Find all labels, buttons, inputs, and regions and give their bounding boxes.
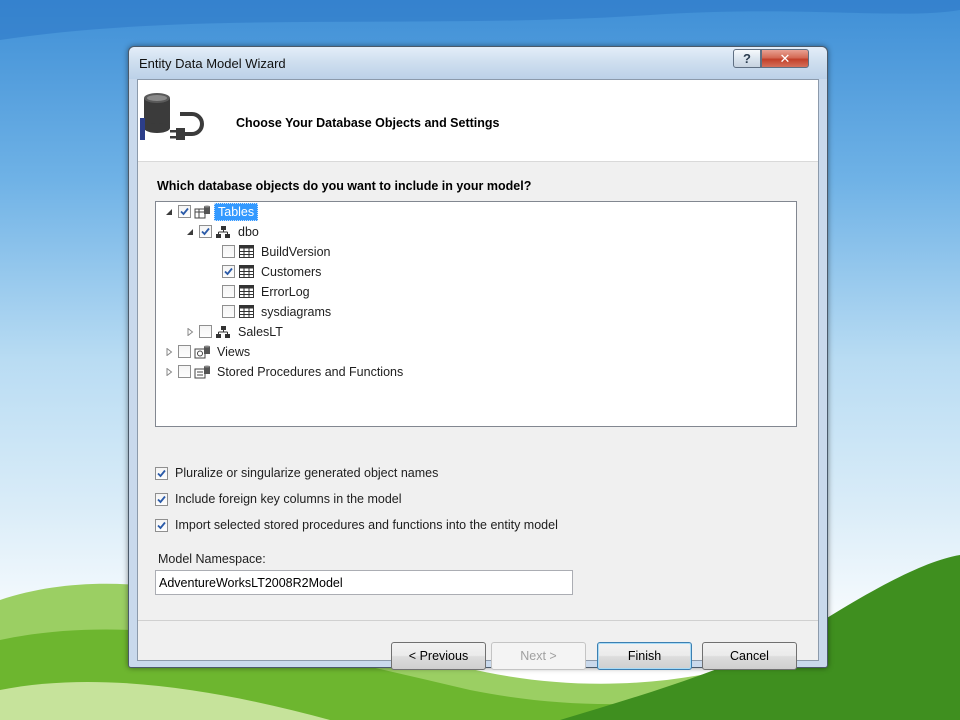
tree-label-views[interactable]: Views [214, 344, 253, 360]
table-icon [237, 284, 255, 300]
tree-node-saleslt[interactable]: SalesLT [185, 322, 286, 341]
help-icon: ? [743, 51, 751, 66]
tree-label-tables[interactable]: Tables [214, 202, 259, 221]
wizard-header: Choose Your Database Objects and Setting… [138, 80, 818, 162]
errorlog-checkbox[interactable] [222, 285, 235, 298]
saleslt-checkbox[interactable] [199, 325, 212, 338]
tree-label-dbo[interactable]: dbo [235, 224, 262, 240]
stored-procedures-checkbox[interactable] [178, 365, 191, 378]
foreign-keys-label[interactable]: Include foreign key columns in the model [175, 492, 402, 506]
tree-node-stored-procedures[interactable]: Stored Procedures and Functions [164, 362, 406, 381]
import-procedures-checkbox[interactable] [155, 518, 168, 532]
tree-node-tables[interactable]: Tables [164, 202, 259, 221]
option-pluralize[interactable]: Pluralize or singularize generated objec… [155, 466, 438, 480]
tree-label-stored-procedures[interactable]: Stored Procedures and Functions [214, 364, 406, 380]
buildversion-checkbox[interactable] [222, 245, 235, 258]
database-plug-icon [140, 93, 204, 140]
tree-label-customers[interactable]: Customers [258, 264, 324, 280]
schema-icon [214, 224, 232, 240]
import-procedures-label[interactable]: Import selected stored procedures and fu… [175, 518, 558, 532]
tree-node-customers[interactable]: Customers [222, 262, 324, 281]
procedures-icon [193, 364, 211, 380]
tables-icon [193, 204, 211, 220]
tree-node-views[interactable]: Views [164, 342, 253, 361]
expand-triangle-icon[interactable] [185, 327, 195, 337]
title-bar[interactable]: Entity Data Model Wizard ? ✕ [129, 47, 827, 79]
window-title: Entity Data Model Wizard [139, 56, 286, 71]
expand-triangle-icon[interactable] [164, 367, 174, 377]
next-button[interactable]: Next > [491, 642, 586, 670]
cancel-button[interactable]: Cancel [702, 642, 797, 670]
footer-separator [138, 620, 818, 621]
model-namespace-label: Model Namespace: [158, 552, 266, 566]
customers-checkbox[interactable] [222, 265, 235, 278]
pluralize-label[interactable]: Pluralize or singularize generated objec… [175, 466, 438, 480]
model-namespace-input[interactable] [155, 570, 573, 595]
entity-data-model-wizard-dialog: Entity Data Model Wizard ? ✕ Choose Your… [128, 46, 828, 670]
expand-triangle-icon[interactable] [164, 347, 174, 357]
objects-question-label: Which database objects do you want to in… [157, 179, 532, 193]
table-icon [237, 264, 255, 280]
table-icon [237, 304, 255, 320]
collapse-triangle-icon[interactable] [185, 227, 195, 237]
finish-button[interactable]: Finish [597, 642, 692, 670]
tree-node-buildversion[interactable]: BuildVersion [222, 242, 334, 261]
tree-node-dbo[interactable]: dbo [185, 222, 262, 241]
foreign-keys-checkbox[interactable] [155, 492, 168, 506]
table-icon [237, 244, 255, 260]
views-checkbox[interactable] [178, 345, 191, 358]
views-icon [193, 344, 211, 360]
database-objects-tree[interactable]: Tables dbo BuildVersion Customers ErrorL… [155, 201, 797, 427]
previous-button[interactable]: < Previous [391, 642, 486, 670]
tables-checkbox[interactable] [178, 205, 191, 218]
tree-node-sysdiagrams[interactable]: sysdiagrams [222, 302, 334, 321]
help-button[interactable]: ? [733, 49, 761, 68]
collapse-triangle-icon[interactable] [164, 207, 174, 217]
close-icon: ✕ [779, 50, 791, 66]
close-button[interactable]: ✕ [761, 49, 809, 68]
sysdiagrams-checkbox[interactable] [222, 305, 235, 318]
schema-icon [214, 324, 232, 340]
option-foreign-keys[interactable]: Include foreign key columns in the model [155, 492, 402, 506]
tree-label-errorlog[interactable]: ErrorLog [258, 284, 313, 300]
tree-label-sysdiagrams[interactable]: sysdiagrams [258, 304, 334, 320]
tree-label-saleslt[interactable]: SalesLT [235, 324, 286, 340]
option-import-procedures[interactable]: Import selected stored procedures and fu… [155, 518, 558, 532]
header-title: Choose Your Database Objects and Setting… [236, 116, 500, 130]
dbo-checkbox[interactable] [199, 225, 212, 238]
tree-node-errorlog[interactable]: ErrorLog [222, 282, 313, 301]
tree-label-buildversion[interactable]: BuildVersion [258, 244, 334, 260]
pluralize-checkbox[interactable] [155, 466, 168, 480]
dialog-client-area: Choose Your Database Objects and Setting… [137, 79, 819, 670]
